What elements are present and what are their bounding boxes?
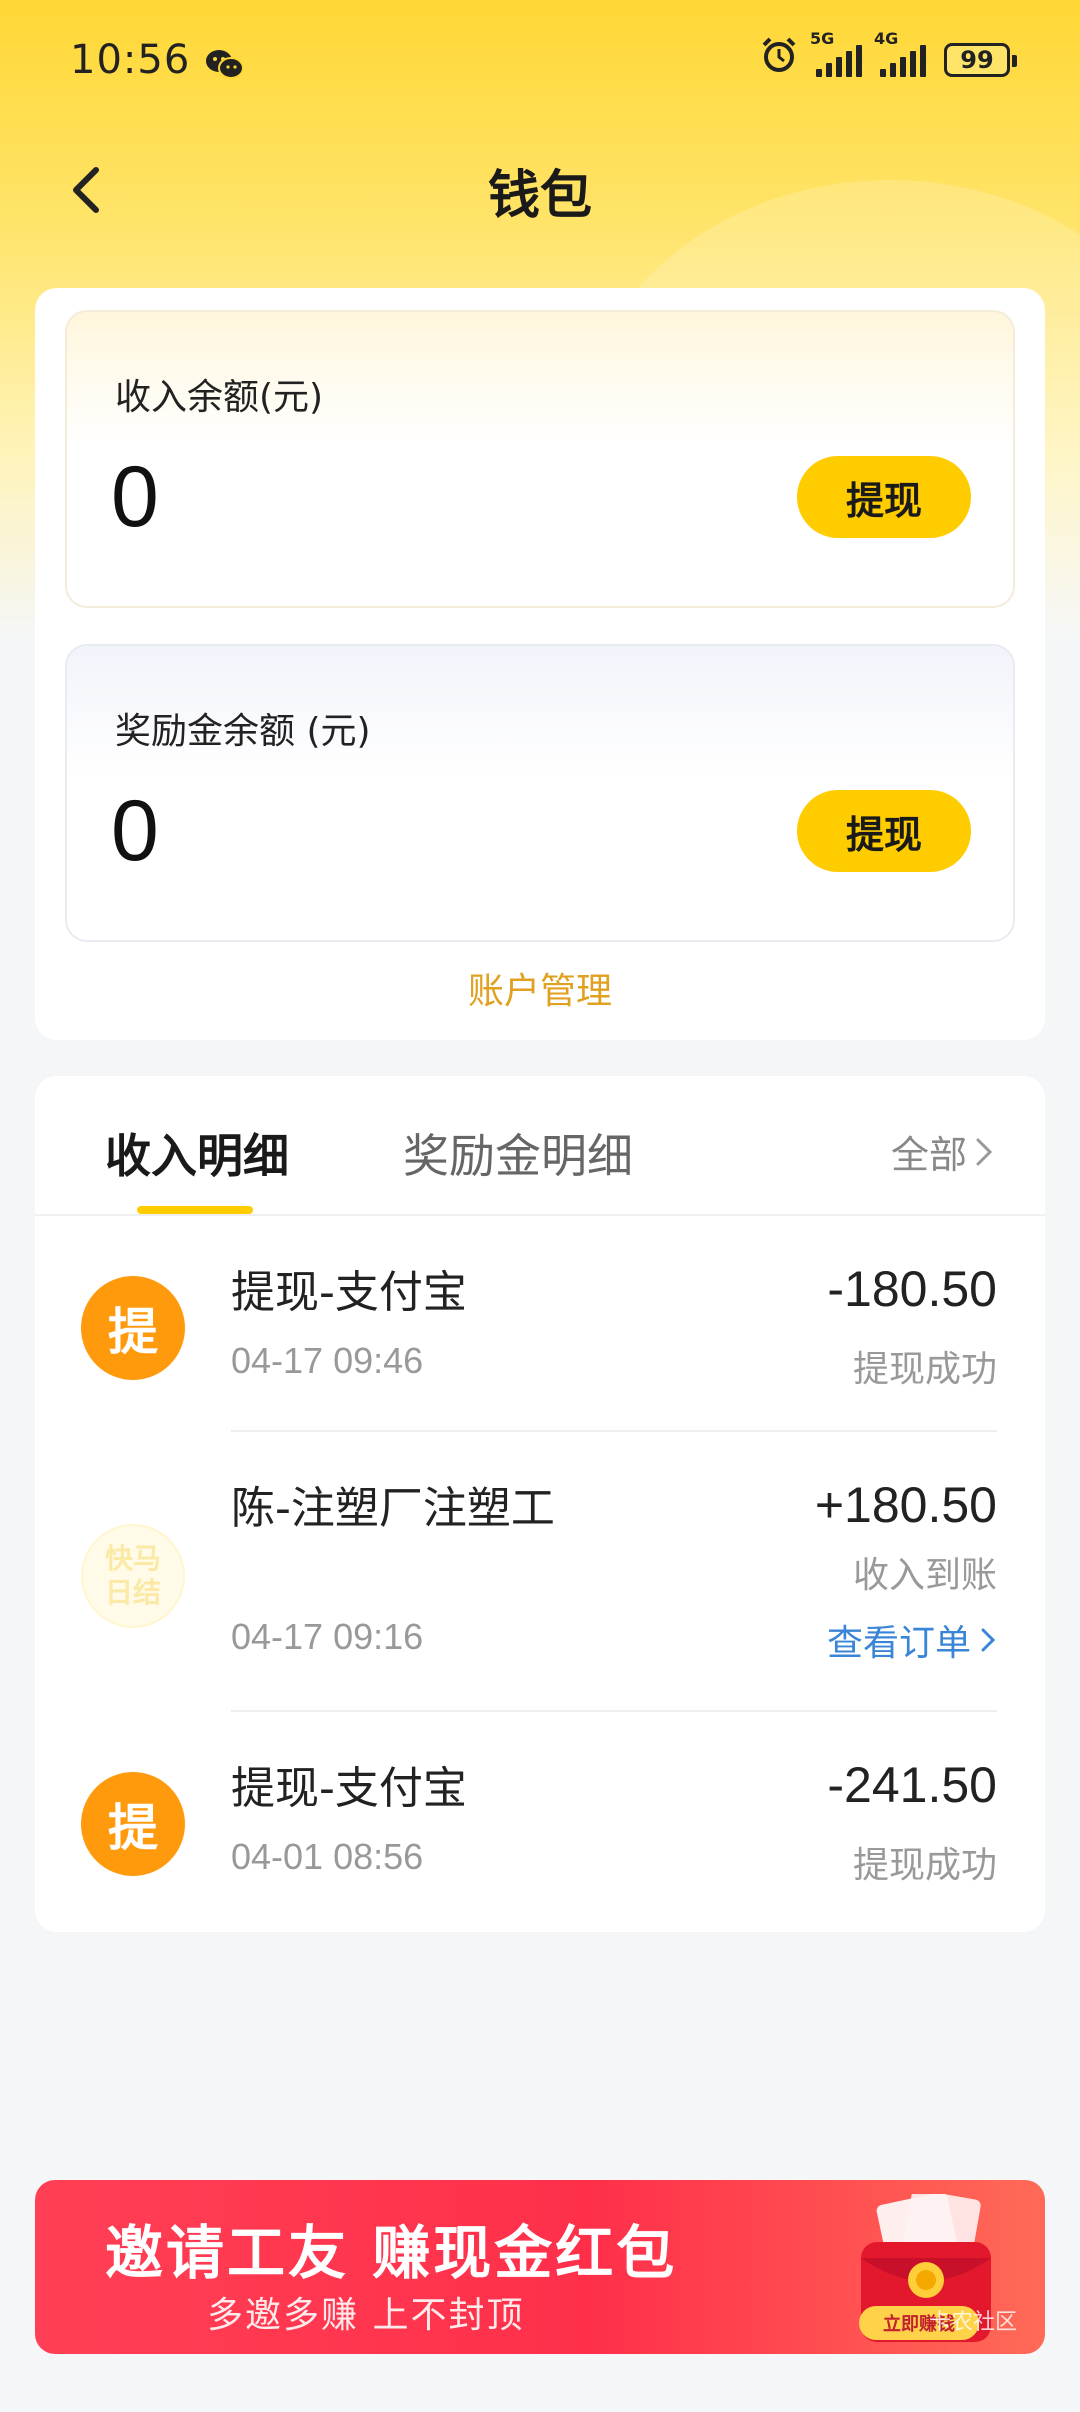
transaction-status: 提现成功 xyxy=(852,1349,997,1390)
transaction-status: 提现成功 xyxy=(852,1845,997,1886)
income-balance-card: 收入余额(元) 0 提现 xyxy=(65,310,1015,608)
battery-icon: 99 xyxy=(944,43,1017,77)
tab-income-details[interactable]: 收入明细 xyxy=(105,1120,289,1186)
transaction-title: 提现-支付宝 xyxy=(231,1267,467,1318)
income-balance-amount: 0 xyxy=(111,449,159,545)
reward-balance-card: 奖励金余额 (元) 0 提现 xyxy=(65,644,1015,942)
logo-text-line-2: 日结 xyxy=(104,1576,161,1609)
reward-balance-label: 奖励金余额 (元) xyxy=(115,711,371,752)
transaction-status: 收入到账 xyxy=(852,1555,997,1596)
battery-level: 99 xyxy=(960,46,994,74)
withdraw-icon-text: 提 xyxy=(108,1799,158,1857)
transaction-details-panel: 收入明细 奖励金明细 全部 提 提现-支付宝 04-17 09:46 -180.… xyxy=(35,1076,1045,1932)
chevron-right-icon xyxy=(981,1628,996,1652)
transaction-amount: +180.50 xyxy=(814,1477,997,1533)
status-bar: 10:56 5G 4G 99 xyxy=(0,0,1080,120)
chevron-right-icon xyxy=(976,1138,993,1165)
transaction-title: 陈-注塑厂注塑工 xyxy=(231,1483,555,1534)
transaction-row[interactable]: 快马 日结 陈-注塑厂注塑工 04-17 09:16 +180.50 收入到账 … xyxy=(35,1432,1045,1712)
banner-title: 邀请工友 赚现金红包 xyxy=(105,2219,678,2287)
banner-subtitle: 多邀多赚 上不封顶 xyxy=(207,2295,525,2336)
invite-promo-banner[interactable]: 邀请工友 赚现金红包 多邀多赚 上不封顶 立即赚钱 卡农社区 xyxy=(35,2180,1045,2354)
view-all-label: 全部 xyxy=(890,1133,967,1177)
withdraw-icon: 提 xyxy=(81,1772,185,1876)
transaction-time: 04-17 09:46 xyxy=(231,1340,424,1381)
back-button[interactable] xyxy=(58,162,114,218)
details-tabs: 收入明细 奖励金明细 全部 xyxy=(35,1076,1045,1216)
withdraw-icon: 提 xyxy=(81,1276,185,1380)
wechat-notification-icon xyxy=(204,44,245,79)
transaction-time: 04-01 08:56 xyxy=(231,1836,424,1877)
page-title: 钱包 xyxy=(487,165,592,226)
alarm-icon xyxy=(760,36,798,84)
signal-5g-icon: 5G xyxy=(810,29,862,77)
signal-4g-icon: 4G xyxy=(874,29,926,77)
withdraw-icon-text: 提 xyxy=(108,1303,158,1361)
balance-panel: 收入余额(元) 0 提现 奖励金余额 (元) 0 提现 账户管理 xyxy=(35,288,1045,1040)
network-type-4g: 4G xyxy=(874,29,899,48)
account-management-link[interactable]: 账户管理 xyxy=(35,962,1045,1014)
transaction-title: 提现-支付宝 xyxy=(231,1763,467,1814)
transaction-amount: -241.50 xyxy=(827,1757,997,1813)
transaction-amount: -180.50 xyxy=(827,1261,997,1317)
income-balance-label: 收入余额(元) xyxy=(115,377,324,418)
transaction-row[interactable]: 提 提现-支付宝 04-01 08:56 -241.50 提现成功 xyxy=(35,1712,1045,1928)
reward-balance-amount: 0 xyxy=(111,783,159,879)
view-order-label: 查看订单 xyxy=(826,1623,971,1664)
active-tab-indicator xyxy=(137,1206,253,1214)
view-all-link[interactable]: 全部 xyxy=(891,1124,995,1179)
status-time: 10:56 xyxy=(70,37,191,83)
income-withdraw-button[interactable]: 提现 xyxy=(797,456,971,538)
transaction-row[interactable]: 提 提现-支付宝 04-17 09:46 -180.50 提现成功 xyxy=(35,1216,1045,1432)
reward-withdraw-button[interactable]: 提现 xyxy=(797,790,971,872)
app-header: 钱包 xyxy=(0,140,1080,240)
view-order-link[interactable]: 查看订单 xyxy=(827,1614,997,1666)
kuaima-daily-pay-logo-icon: 快马 日结 xyxy=(81,1524,185,1628)
network-type-5g: 5G xyxy=(810,29,835,48)
chevron-left-icon xyxy=(73,167,99,213)
tab-reward-details[interactable]: 奖励金明细 xyxy=(403,1120,633,1186)
transaction-time: 04-17 09:16 xyxy=(231,1616,424,1657)
watermark: 卡农社区 xyxy=(928,2310,1017,2335)
logo-text-line-1: 快马 xyxy=(104,1542,161,1575)
